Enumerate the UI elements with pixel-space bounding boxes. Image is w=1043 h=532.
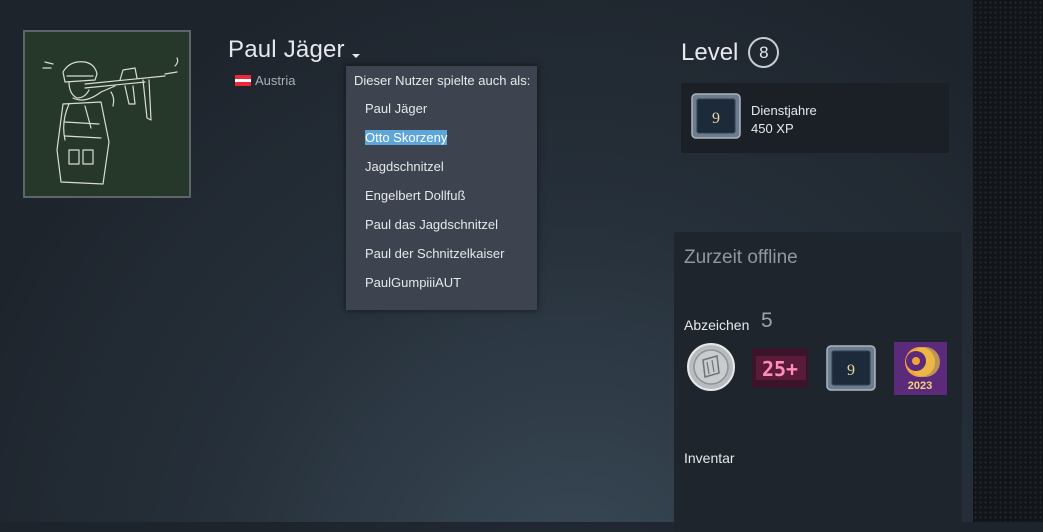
- country-label: Austria: [255, 73, 296, 88]
- games-25-plus-badge-icon[interactable]: 25+: [752, 348, 808, 388]
- avatar: [23, 30, 191, 198]
- location: Austria: [235, 73, 295, 88]
- online-status: Zurzeit offline: [684, 247, 798, 268]
- chevron-down-icon[interactable]: [351, 52, 361, 60]
- svg-text:9: 9: [712, 110, 720, 127]
- years-of-service-badge-icon: 9: [691, 93, 741, 139]
- badges-label[interactable]: Abzeichen: [684, 317, 749, 333]
- featured-badge[interactable]: 9 Dienstjahre 450 XP: [681, 83, 949, 153]
- alias-item[interactable]: Engelbert Dollfuß: [346, 188, 537, 217]
- alias-item[interactable]: Jagdschnitzel: [346, 159, 537, 188]
- svg-text:2023: 2023: [908, 380, 932, 392]
- level-row: Level 8: [681, 37, 780, 68]
- alias-item[interactable]: PaulGumpiiiAUT: [346, 275, 537, 304]
- steam-2023-badge-icon[interactable]: 2023: [894, 342, 947, 395]
- badge-name: Dienstjahre: [751, 103, 817, 118]
- level-label: Level: [681, 38, 739, 66]
- persona-name-row: Paul Jäger: [228, 36, 361, 64]
- inventory-label[interactable]: Inventar: [684, 450, 735, 466]
- alias-item[interactable]: Paul Jäger: [346, 101, 537, 130]
- silver-coin-badge-icon[interactable]: [686, 342, 736, 392]
- background-strip: [973, 0, 1043, 522]
- name-history-dropdown: Dieser Nutzer spielte auch als: Paul Jäg…: [346, 66, 537, 310]
- level-badge[interactable]: 8: [748, 37, 780, 68]
- years-of-service-badge-icon[interactable]: 9: [826, 345, 876, 391]
- profile-right-panel: Zurzeit offline Abzeichen 5 25+ 9 2023 I…: [674, 232, 962, 532]
- badges-count[interactable]: 5: [761, 309, 773, 333]
- alias-item[interactable]: Paul der Schnitzelkaiser: [346, 246, 537, 275]
- austria-flag-icon: [235, 75, 251, 87]
- svg-text:9: 9: [847, 362, 855, 379]
- badge-xp: 450 XP: [751, 121, 794, 136]
- name-history-title: Dieser Nutzer spielte auch als:: [354, 73, 531, 88]
- alias-list: Paul Jäger Otto Skorzeny Jagdschnitzel E…: [346, 101, 537, 304]
- persona-name: Paul Jäger: [228, 36, 345, 63]
- svg-text:25+: 25+: [762, 357, 798, 381]
- alias-item-selected[interactable]: Otto Skorzeny: [346, 130, 537, 159]
- alias-item[interactable]: Paul das Jagdschnitzel: [346, 217, 537, 246]
- soldier-sketch-avatar-icon: [42, 57, 179, 185]
